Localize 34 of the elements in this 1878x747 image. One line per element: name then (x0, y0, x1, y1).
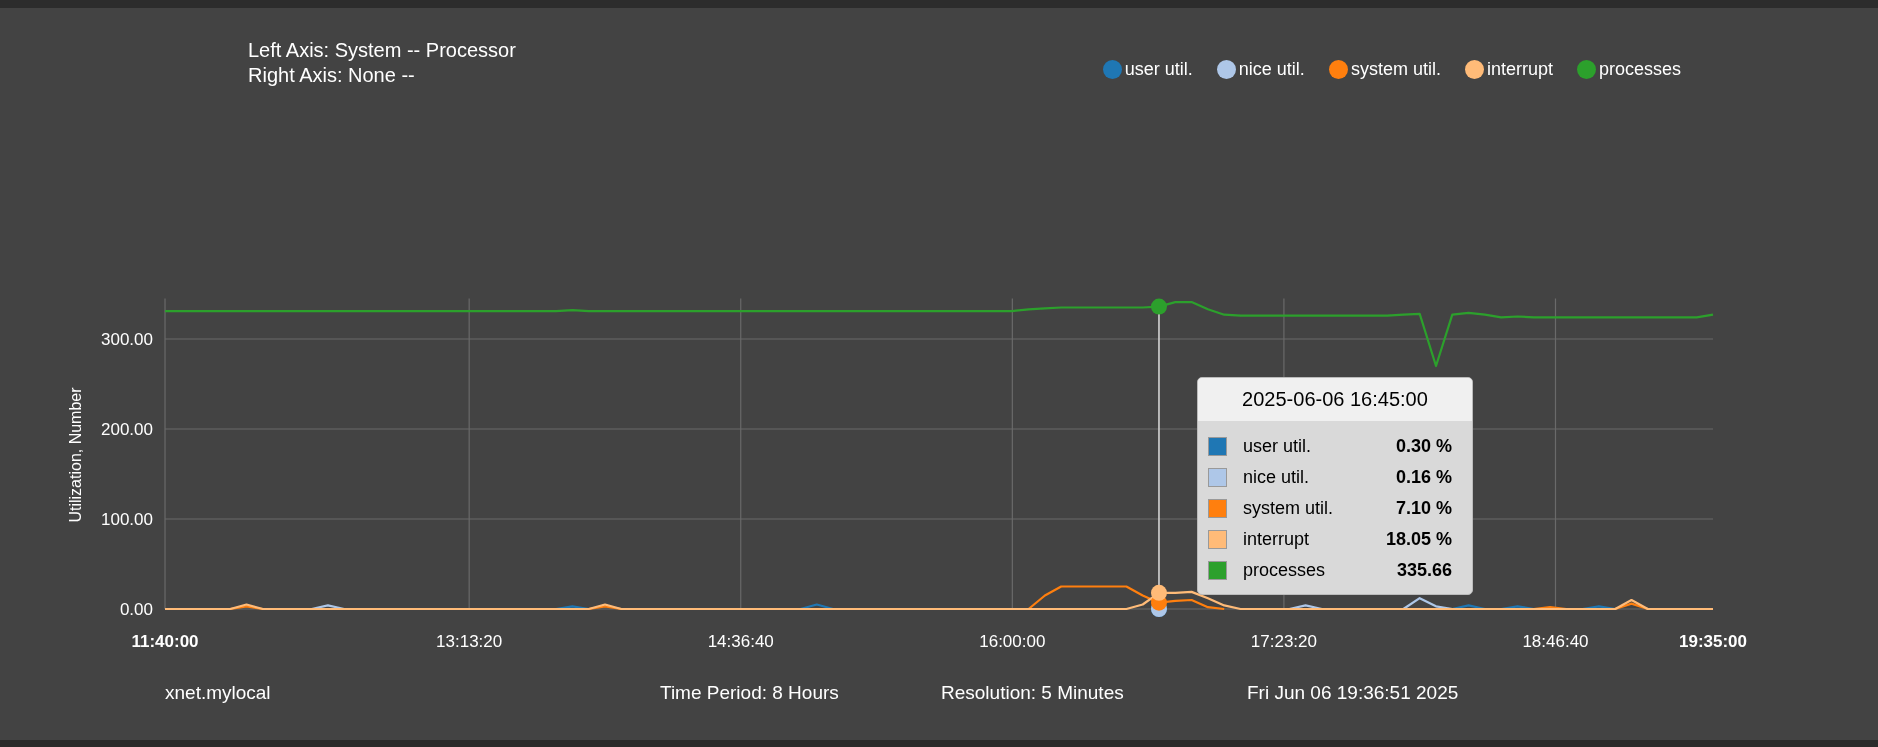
y-tick-label: 300.00 (101, 330, 153, 349)
host-name: xnet.mylocal (165, 682, 271, 704)
y-tick-label: 100.00 (101, 510, 153, 529)
series-value: 7.10 % (1395, 497, 1452, 519)
series-value: 0.30 % (1395, 435, 1452, 457)
y-axis-title: Utilization, Number (67, 387, 84, 523)
legend-label[interactable]: system util. (1350, 59, 1441, 80)
x-tick-label: 17:23:20 (1250, 632, 1317, 651)
x-tick-label: 14:36:40 (707, 632, 774, 651)
series-label: processes (1242, 559, 1326, 581)
y-tick-label: 0.00 (119, 600, 153, 619)
x-tick-label: 19:35:00 (1678, 632, 1748, 651)
timestamp: Fri Jun 06 19:36:51 2025 (1247, 682, 1459, 704)
right-axis-caption: Right Axis: None -- (248, 63, 416, 88)
legend-label[interactable]: processes (1598, 59, 1681, 80)
y-tick-label: 200.00 (101, 420, 153, 439)
legend-label[interactable]: user util. (1124, 59, 1193, 80)
series-value: 335.66 (1396, 559, 1452, 581)
series-label: nice util. (1242, 466, 1310, 488)
time-period: Time Period: 8 Hours (660, 682, 839, 704)
x-tick-label: 18:46:40 (1522, 632, 1589, 651)
x-tick-label: 11:40:00 (131, 632, 199, 651)
x-tick-label: 16:00:00 (979, 632, 1046, 651)
legend-label[interactable]: interrupt (1486, 59, 1553, 80)
series-label: system util. (1242, 497, 1334, 519)
series-value: 0.16 % (1395, 466, 1452, 488)
x-tick-label: 13:13:20 (436, 632, 503, 651)
series-value: 18.05 % (1385, 528, 1452, 550)
series-label: interrupt (1242, 528, 1310, 550)
resolution: Resolution: 5 Minutes (941, 682, 1124, 704)
tooltip-title: 2025-06-06 16:45:00 (1197, 377, 1472, 421)
series-label: user util. (1242, 435, 1312, 457)
legend-label[interactable]: nice util. (1238, 59, 1305, 80)
left-axis-caption: Left Axis: System -- Processor (248, 38, 516, 63)
